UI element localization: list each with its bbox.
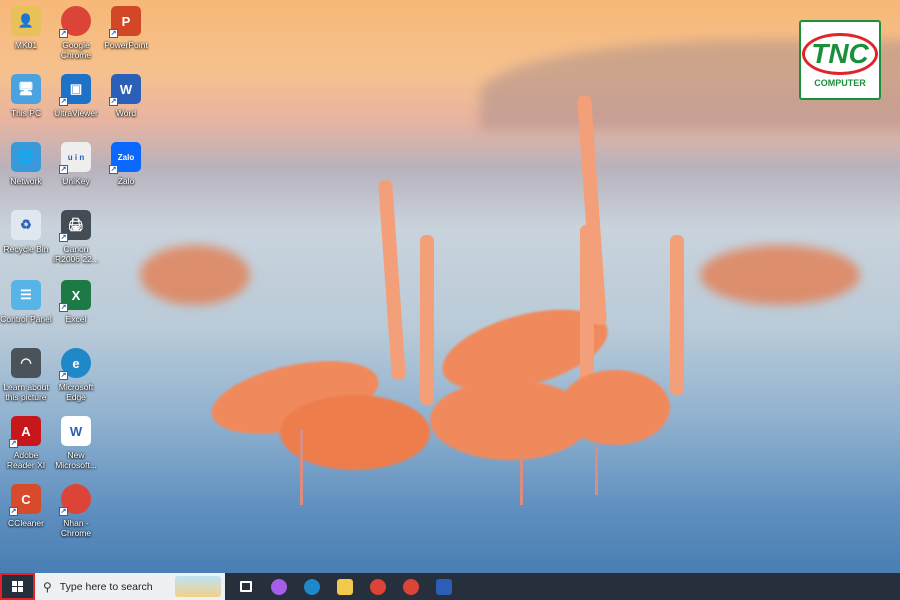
desktop-icon-label: Excel (66, 314, 87, 324)
this-pc-icon: 🖥 (11, 74, 41, 104)
desktop-icon-label: Network (10, 176, 41, 186)
shortcut-arrow-icon: ↗ (109, 165, 118, 174)
desktop-icon-ccleaner[interactable]: C↗ CCleaner (0, 484, 52, 528)
desktop-icon-adobe-reader-xi[interactable]: A↗ Adobe Reader XI (0, 416, 52, 470)
shortcut-arrow-icon: ↗ (9, 507, 18, 516)
canon-ir2006-22-icon: 🖨↗ (61, 210, 91, 240)
desktop-icon-new-microsoft[interactable]: W New Microsoft... (50, 416, 102, 470)
desktop-icon-zalo[interactable]: Zalo↗ Zalo (100, 142, 152, 186)
control-panel-icon: ☰ (11, 280, 41, 310)
tnc-logo-mark: TNC (802, 33, 878, 75)
zalo-icon: Zalo↗ (111, 142, 141, 172)
desktop-icon-network[interactable]: 🌐 Network (0, 142, 52, 186)
tnc-logo-sub: COMPUTER (814, 78, 866, 88)
desktop-icon-learn-about-this-picture[interactable]: ◠ Learn about this picture (0, 348, 52, 402)
desktop-icon-nhan-chrome[interactable]: ↗ Nhan - Chrome (50, 484, 102, 538)
search-icon: ⚲ (43, 580, 52, 594)
desktop-icon-unikey[interactable]: u i n↗ UniKey (50, 142, 102, 186)
desktop-icon-mk01[interactable]: 👤 MK01 (0, 6, 52, 50)
shortcut-arrow-icon: ↗ (9, 439, 18, 448)
desktop-icon-label: Recycle Bin (4, 244, 49, 254)
desktop-icon-ultraviewer[interactable]: ▣↗ UltraViewer (50, 74, 102, 118)
desktop-icon-control-panel[interactable]: ☰ Control Panel (0, 280, 52, 324)
copilot-icon (271, 579, 287, 595)
task-view-icon (240, 581, 252, 592)
nhan-chrome-icon: ↗ (61, 484, 91, 514)
shortcut-arrow-icon: ↗ (59, 507, 68, 516)
powerpoint-icon: P↗ (111, 6, 141, 36)
excel-icon: X↗ (61, 280, 91, 310)
shortcut-arrow-icon: ↗ (59, 97, 68, 106)
ccleaner-icon: C↗ (11, 484, 41, 514)
desktop-icon-label: This PC (11, 108, 41, 118)
new-microsoft-icon: W (61, 416, 91, 446)
desktop-icon-label: CCleaner (8, 518, 44, 528)
desktop-icon-label: UniKey (62, 176, 89, 186)
desktop-icon-google-chrome[interactable]: ↗ Google Chrome (50, 6, 102, 60)
taskbar: ⚲ Type here to search (0, 573, 900, 600)
taskbar-chrome-profile-button[interactable] (394, 573, 427, 600)
word-icon: W↗ (111, 74, 141, 104)
shortcut-arrow-icon: ↗ (59, 371, 68, 380)
taskbar-file-explorer-button[interactable] (328, 573, 361, 600)
shortcut-arrow-icon: ↗ (59, 233, 68, 242)
ultraviewer-icon: ▣↗ (61, 74, 91, 104)
desktop-icon-label: Google Chrome (50, 40, 102, 60)
desktop-icon-word[interactable]: W↗ Word (100, 74, 152, 118)
taskbar-edge-button[interactable] (295, 573, 328, 600)
taskbar-copilot-button[interactable] (262, 573, 295, 600)
edge-icon (304, 579, 320, 595)
shortcut-arrow-icon: ↗ (59, 303, 68, 312)
google-chrome-icon: ↗ (61, 6, 91, 36)
desktop-icon-label: Microsoft Edge (50, 382, 102, 402)
shortcut-arrow-icon: ↗ (59, 165, 68, 174)
taskbar-chrome-button[interactable] (361, 573, 394, 600)
microsoft-edge-icon: e↗ (61, 348, 91, 378)
mk01-icon: 👤 (11, 6, 41, 36)
desktop-icon-label: Nhan - Chrome (50, 518, 102, 538)
desktop-icon-microsoft-edge[interactable]: e↗ Microsoft Edge (50, 348, 102, 402)
search-placeholder: Type here to search (60, 581, 153, 593)
desktop-icon-excel[interactable]: X↗ Excel (50, 280, 102, 324)
search-highlight-image (175, 576, 221, 597)
desktop-icon-label: MK01 (15, 40, 37, 50)
desktop-icon-canon-ir2006-22[interactable]: 🖨↗ Canon iR2006 22... (50, 210, 102, 264)
desktop-icon-this-pc[interactable]: 🖥 This PC (0, 74, 52, 118)
desktop-icon-label: Canon iR2006 22... (50, 244, 102, 264)
start-button[interactable] (0, 573, 35, 600)
file-explorer-icon (337, 579, 353, 595)
taskbar-task-view-button[interactable] (229, 573, 262, 600)
desktop-icon-label: PowerPoint (104, 40, 147, 50)
windows-icon (12, 581, 23, 592)
adobe-reader-xi-icon: A↗ (11, 416, 41, 446)
shortcut-arrow-icon: ↗ (59, 29, 68, 38)
unikey-icon: u i n↗ (61, 142, 91, 172)
desktop-icon-powerpoint[interactable]: P↗ PowerPoint (100, 6, 152, 50)
desktop-icon-label: UltraViewer (54, 108, 98, 118)
desktop-icon-label: Learn about this picture (0, 382, 52, 402)
word-icon (436, 579, 452, 595)
desktop-icon-label: New Microsoft... (50, 450, 102, 470)
desktop-icon-label: Adobe Reader XI (0, 450, 52, 470)
shortcut-arrow-icon: ↗ (109, 97, 118, 106)
recycle-bin-icon: ♻ (11, 210, 41, 240)
taskbar-word-button[interactable] (427, 573, 460, 600)
desktop-icon-recycle-bin[interactable]: ♻ Recycle Bin (0, 210, 52, 254)
chrome-profile-icon (403, 579, 419, 595)
tnc-computer-logo: TNC COMPUTER (799, 20, 881, 100)
chrome-icon (370, 579, 386, 595)
desktop-icon-label: Control Panel (0, 314, 52, 324)
search-box[interactable]: ⚲ Type here to search (35, 573, 225, 600)
desktop-icon-label: Word (116, 108, 136, 118)
learn-about-this-picture-icon: ◠ (11, 348, 41, 378)
network-icon: 🌐 (11, 142, 41, 172)
shortcut-arrow-icon: ↗ (109, 29, 118, 38)
desktop-icon-label: Zalo (118, 176, 135, 186)
